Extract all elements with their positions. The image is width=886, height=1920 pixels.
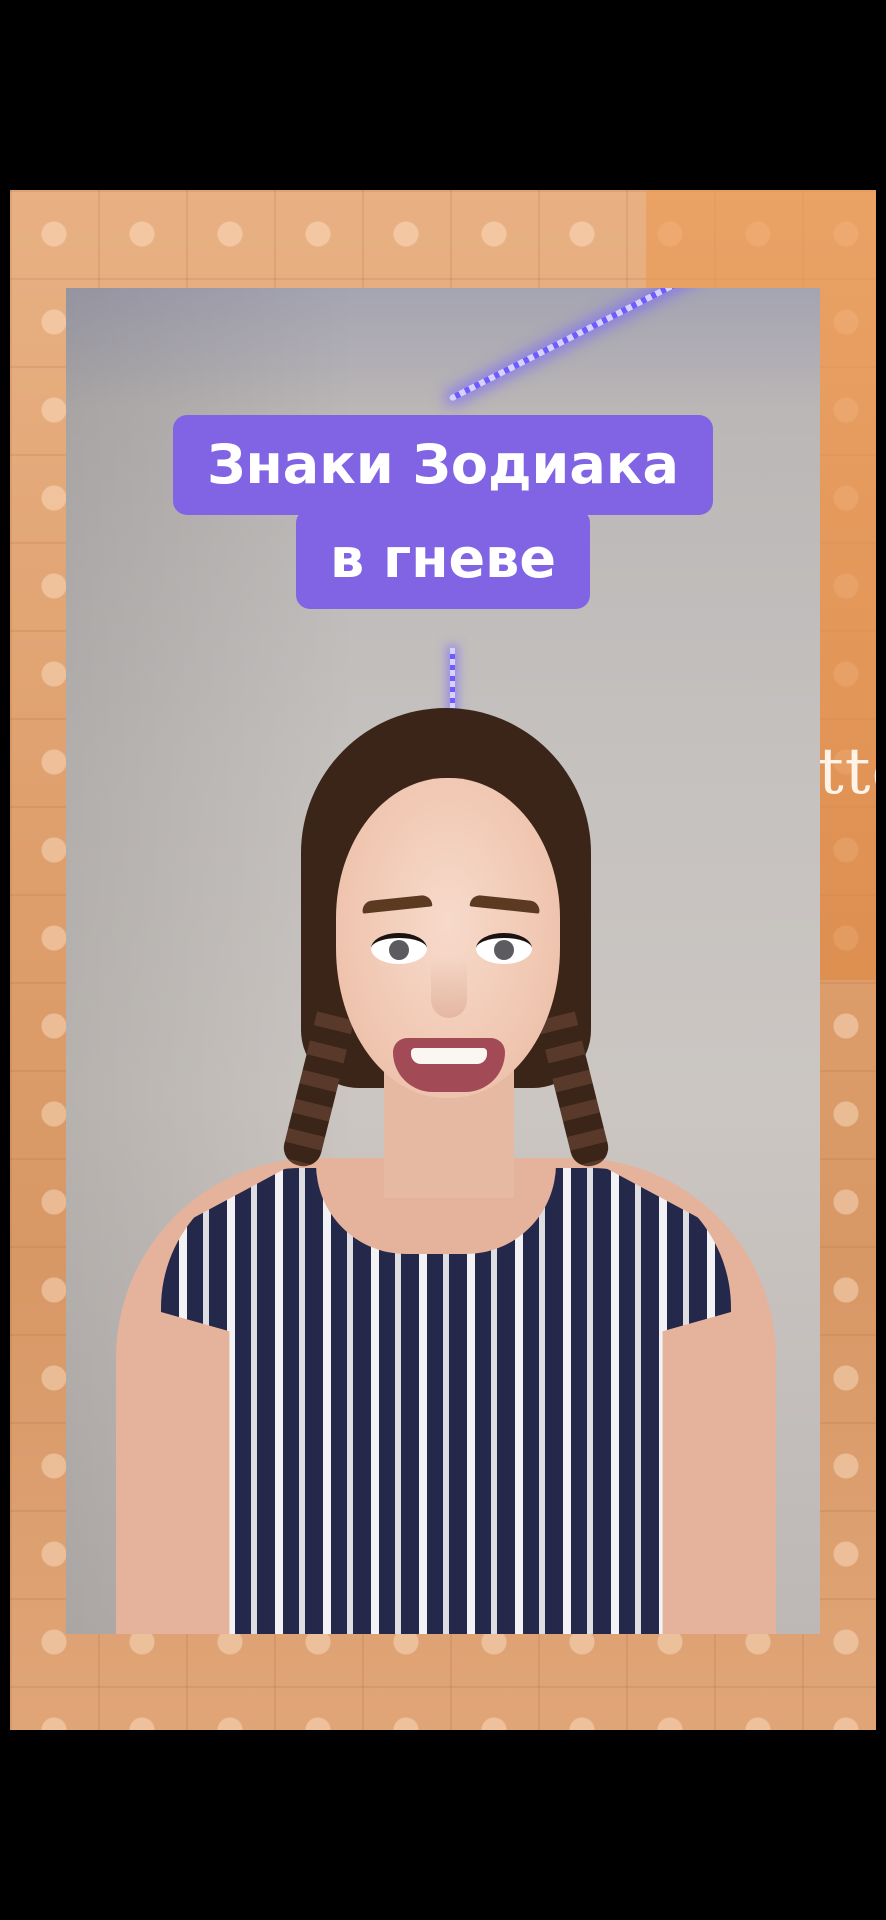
caption-line-1: Знаки Зодиака [173,415,713,515]
caption-line-2: в гневе [296,509,590,609]
inner-video: Знаки Зодиака в гневе [66,288,820,1634]
eye-left [371,933,427,964]
background-partial-text: tto [818,735,876,809]
person [66,708,820,1634]
eye-right [476,933,532,964]
video-frame[interactable]: tto Знаки Зодиака в гневе [10,190,876,1730]
mouth [393,1038,505,1092]
video-caption: Знаки Зодиака в гневе [66,415,820,609]
nose [431,958,467,1018]
teeth [411,1048,487,1064]
